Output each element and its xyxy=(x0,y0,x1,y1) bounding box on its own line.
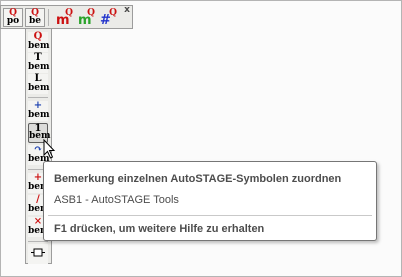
be-q-button[interactable]: Q be xyxy=(25,8,45,27)
pin-icon xyxy=(31,248,45,257)
m-q-green-button[interactable]: m Q xyxy=(76,8,96,27)
tooltip-title: Bemerkung einzelnen AutoSTAGE-Symbolen z… xyxy=(54,173,342,185)
tooltip-help: F1 drücken, um weitere Hilfe zu erhalten xyxy=(54,223,265,235)
hash-q-sup: Q xyxy=(109,8,117,18)
bem-label: bem xyxy=(28,83,50,93)
tooltip-divider xyxy=(48,215,372,216)
mouse-cursor-icon xyxy=(43,139,56,159)
tooltip-subtitle: ASB1 - AutoSTAGE Tools xyxy=(54,194,179,206)
m-q-red-sup: Q xyxy=(65,8,73,18)
hash-q-button[interactable]: # Q xyxy=(98,8,118,27)
po-q-button[interactable]: Q po xyxy=(3,8,23,27)
bem-l-button[interactable]: L bem xyxy=(28,74,50,94)
toolbar-divider xyxy=(48,9,49,26)
close-icon[interactable]: x xyxy=(123,6,131,15)
m-q-green-sup: Q xyxy=(87,8,95,18)
be-label: be xyxy=(28,16,42,26)
m-q-red-button[interactable]: m Q xyxy=(54,8,74,27)
bem-cross-button[interactable]: + bem xyxy=(28,101,50,121)
bem-label: bem xyxy=(28,41,50,51)
bem-q-button[interactable]: Q bem xyxy=(28,32,50,52)
bem-label: bem xyxy=(28,110,50,120)
toolbar-separator xyxy=(28,97,48,98)
tooltip: Bemerkung einzelnen AutoSTAGE-Symbolen z… xyxy=(43,161,377,241)
bem-t-button[interactable]: T bem xyxy=(28,53,50,73)
horizontal-toolbar: Q po Q be m Q m Q # Q x xyxy=(0,5,133,29)
pin-button[interactable] xyxy=(28,244,48,264)
po-label: po xyxy=(6,16,20,26)
bem-label: bem xyxy=(28,62,50,72)
toolbar-separator xyxy=(28,241,48,242)
